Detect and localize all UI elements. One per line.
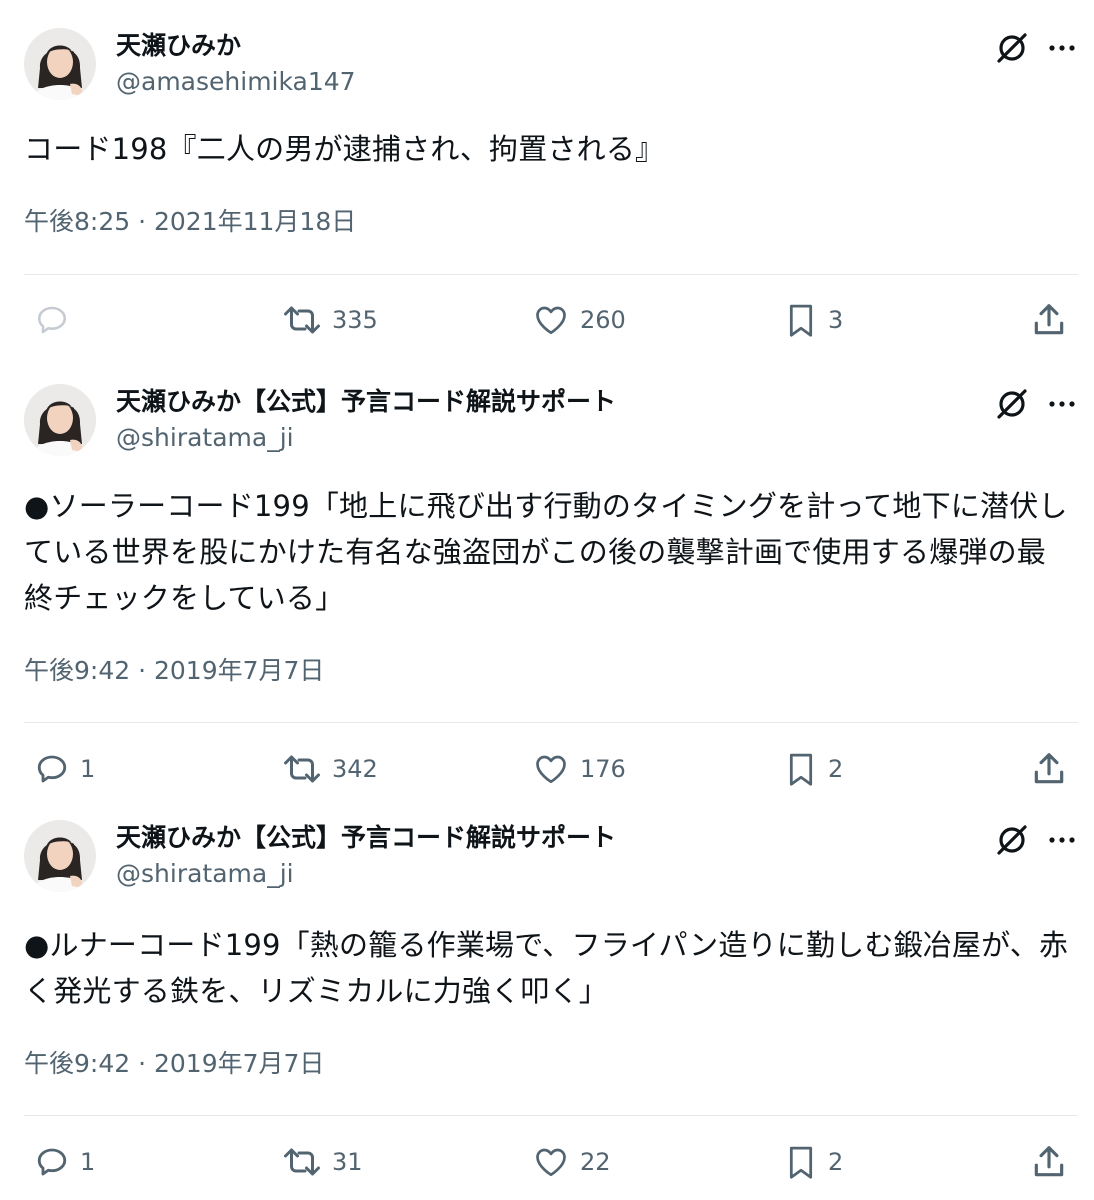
reply-icon <box>37 755 67 783</box>
tweet: 天瀬ひみか【公式】予言コード解説サポート @shiratama_ji ●ソーラー… <box>0 384 1094 794</box>
action-bar: 1 31 22 2 <box>0 1140 1094 1184</box>
tweet-text: ●ルナーコード199「熱の籠る作業場で、フライパン造りに勤しむ鍛冶屋が、赤く発光… <box>24 928 1069 1008</box>
share-icon <box>1034 304 1064 335</box>
reply-button[interactable]: 1 <box>34 1140 95 1184</box>
user-handle[interactable]: @shiratama_ji <box>116 858 294 890</box>
like-count: 260 <box>580 306 626 334</box>
divider <box>24 274 1078 275</box>
more-icon[interactable] <box>1042 32 1082 64</box>
like-button[interactable]: 176 <box>532 747 626 791</box>
bookmark-icon <box>789 304 813 337</box>
bookmark-count: 2 <box>828 755 844 783</box>
avatar[interactable] <box>24 820 96 892</box>
reply-icon <box>37 1148 67 1176</box>
share-button[interactable] <box>1030 1140 1068 1184</box>
display-name[interactable]: 天瀬ひみか【公式】予言コード解説サポート <box>116 822 616 854</box>
retweet-icon <box>284 755 320 783</box>
bookmark-icon <box>789 753 813 786</box>
reply-count: 1 <box>80 755 96 783</box>
share-icon <box>1034 753 1064 784</box>
retweet-button[interactable]: 342 <box>282 747 378 791</box>
bookmark-count: 3 <box>828 306 844 334</box>
grok-icon[interactable] <box>994 386 1030 422</box>
user-handle[interactable]: @amasehimika147 <box>116 66 356 98</box>
divider <box>24 1115 1078 1116</box>
avatar[interactable] <box>24 28 96 100</box>
user-handle[interactable]: @shiratama_ji <box>116 422 294 454</box>
tweet: 天瀬ひみか @amasehimika147 コード198『二人の男が逮捕され、拘… <box>0 28 1094 348</box>
like-count: 176 <box>580 755 626 783</box>
retweet-count: 31 <box>332 1148 363 1176</box>
avatar[interactable] <box>24 384 96 456</box>
share-icon <box>1034 1146 1064 1177</box>
tweet: 天瀬ひみか【公式】予言コード解説サポート @shiratama_ji ●ルナーコ… <box>0 820 1094 1200</box>
more-icon[interactable] <box>1042 824 1082 856</box>
heart-icon <box>536 1148 566 1177</box>
heart-icon <box>536 306 566 335</box>
reply-icon <box>37 306 67 334</box>
share-button[interactable] <box>1030 747 1068 791</box>
action-bar: 1 342 176 2 <box>0 747 1094 791</box>
share-button[interactable] <box>1030 298 1068 342</box>
retweet-button[interactable]: 31 <box>282 1140 363 1184</box>
like-button[interactable]: 22 <box>532 1140 611 1184</box>
tweet-timestamp[interactable]: 午後9:42 · 2019年7月7日 <box>24 1048 324 1080</box>
heart-icon <box>536 755 566 784</box>
reply-button[interactable] <box>34 298 80 342</box>
retweet-count: 342 <box>332 755 378 783</box>
retweet-icon <box>284 306 320 334</box>
tweet-timestamp[interactable]: 午後8:25 · 2021年11月18日 <box>24 206 356 238</box>
reply-button[interactable]: 1 <box>34 747 95 791</box>
tweet-text: コード198『二人の男が逮捕され、拘置される』 <box>24 132 665 166</box>
bookmark-button[interactable]: 2 <box>784 1140 843 1184</box>
bookmark-button[interactable]: 2 <box>784 747 843 791</box>
bookmark-button[interactable]: 3 <box>784 298 843 342</box>
grok-icon[interactable] <box>994 822 1030 858</box>
tweet-timestamp[interactable]: 午後9:42 · 2019年7月7日 <box>24 655 324 687</box>
retweet-button[interactable]: 335 <box>282 298 378 342</box>
bookmark-icon <box>789 1146 813 1179</box>
retweet-count: 335 <box>332 306 378 334</box>
action-bar: 335 260 3 <box>0 298 1094 342</box>
more-icon[interactable] <box>1042 388 1082 420</box>
tweet-text: ●ソーラーコード199「地上に飛び出す行動のタイミングを計って地下に潜伏している… <box>24 489 1068 615</box>
bookmark-count: 2 <box>828 1148 844 1176</box>
reply-count: 1 <box>80 1148 96 1176</box>
retweet-icon <box>284 1148 320 1176</box>
grok-icon[interactable] <box>994 30 1030 66</box>
like-count: 22 <box>580 1148 611 1176</box>
display-name[interactable]: 天瀬ひみか【公式】予言コード解説サポート <box>116 386 616 418</box>
display-name[interactable]: 天瀬ひみか <box>116 30 241 62</box>
divider <box>24 722 1078 723</box>
like-button[interactable]: 260 <box>532 298 626 342</box>
